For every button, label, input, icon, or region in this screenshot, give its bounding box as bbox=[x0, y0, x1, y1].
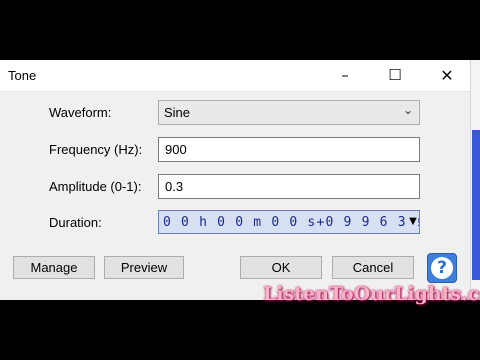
amplitude-input[interactable]: 0.3 bbox=[158, 174, 420, 199]
manage-button[interactable]: Manage bbox=[13, 256, 95, 279]
tone-dialog: Tone – ☐ ✕ Waveform: Sine ⌄ Frequency (H… bbox=[0, 60, 471, 300]
waveform-select[interactable]: Sine ⌄ bbox=[158, 100, 420, 125]
duration-format-dropdown-icon[interactable]: ▼ bbox=[408, 213, 418, 231]
duration-control[interactable]: 0 0 h 0 0 m 0 0 s+0 9 9 6 3 samples ▼ bbox=[158, 210, 420, 234]
background-app-strip bbox=[471, 60, 480, 300]
chevron-down-icon: ⌄ bbox=[402, 103, 413, 117]
duration-value: 0 0 h 0 0 m 0 0 s+0 9 9 6 3 samples bbox=[163, 215, 419, 230]
maximize-button[interactable]: ☐ bbox=[372, 60, 418, 91]
minimize-button[interactable]: – bbox=[322, 60, 368, 91]
frequency-input[interactable]: 900 bbox=[158, 137, 420, 162]
frequency-label: Frequency (Hz): bbox=[49, 142, 143, 157]
preview-button[interactable]: Preview bbox=[104, 256, 184, 279]
dialog-title: Tone bbox=[8, 68, 37, 83]
cancel-button[interactable]: Cancel bbox=[332, 256, 414, 279]
waveform-value: Sine bbox=[164, 105, 191, 120]
watermark: ListenToOurLights.com bbox=[263, 283, 480, 305]
screen: Tone – ☐ ✕ Waveform: Sine ⌄ Frequency (H… bbox=[0, 0, 480, 360]
ok-button[interactable]: OK bbox=[240, 256, 322, 279]
amplitude-label: Amplitude (0-1): bbox=[49, 179, 142, 194]
title-bar: Tone – ☐ ✕ bbox=[0, 60, 470, 92]
help-icon: ? bbox=[431, 257, 453, 279]
close-button[interactable]: ✕ bbox=[424, 60, 470, 91]
help-button[interactable]: ? bbox=[427, 253, 457, 283]
waveform-track-strip bbox=[472, 130, 480, 280]
duration-label: Duration: bbox=[49, 215, 102, 230]
waveform-label: Waveform: bbox=[49, 105, 112, 120]
